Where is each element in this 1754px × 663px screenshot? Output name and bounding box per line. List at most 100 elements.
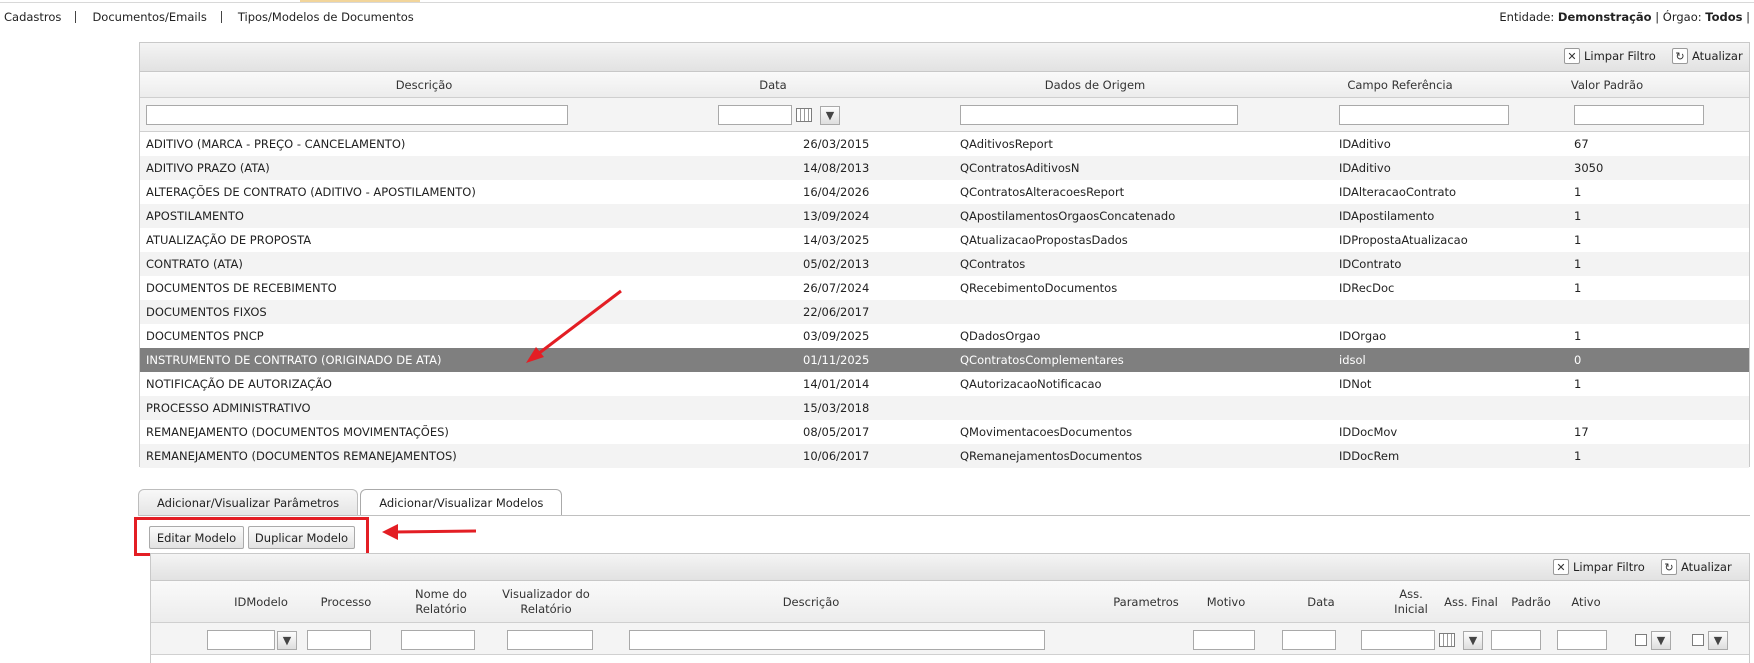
column-header-visualizador[interactable]: Visualizador do Relatório xyxy=(501,581,591,623)
refresh-icon: ↻ xyxy=(1661,559,1677,575)
table-row[interactable]: ADITIVO (MARCA - PREÇO - CANCELAMENTO) 26… xyxy=(140,132,1749,156)
filter-descricao-modelo-input[interactable] xyxy=(629,630,1045,650)
column-header-ativo[interactable]: Ativo xyxy=(1566,581,1606,623)
menu-item-documentos-emails[interactable]: Documentos/Emails xyxy=(88,10,220,24)
filter-data-modelo-input[interactable] xyxy=(1361,630,1435,650)
cell-valor-padrao: 1 xyxy=(1574,257,1582,271)
column-header-motivo[interactable]: Motivo xyxy=(1196,581,1256,623)
filter-icon[interactable]: ▼ xyxy=(820,106,840,125)
cell-data: 26/07/2024 xyxy=(803,281,870,295)
cell-valor-padrao: 17 xyxy=(1574,425,1589,439)
filter-icon[interactable]: ▼ xyxy=(1651,631,1671,650)
duplicate-model-button[interactable]: Duplicar Modelo xyxy=(248,526,355,549)
filter-valor-padrao-input[interactable] xyxy=(1574,105,1704,125)
filter-dados-origem-input[interactable] xyxy=(960,105,1238,125)
filter-ass-final-input[interactable] xyxy=(1557,630,1607,650)
filter-nome-relatorio-input[interactable] xyxy=(401,630,475,650)
filter-icon[interactable]: ▼ xyxy=(277,631,297,650)
column-header-data-modelo[interactable]: Data xyxy=(1266,581,1376,623)
filter-parametros-input[interactable] xyxy=(1193,630,1255,650)
column-header-campo-referencia[interactable]: Campo Referência xyxy=(1305,78,1495,92)
column-header-parametros[interactable]: Parametros xyxy=(1111,581,1181,623)
tab-modelos[interactable]: Adicionar/Visualizar Modelos xyxy=(360,489,563,516)
cell-campo-referencia: IDDocRem xyxy=(1339,449,1400,463)
calendar-icon[interactable] xyxy=(1439,633,1455,647)
filter-ass-inicial-input[interactable] xyxy=(1491,630,1541,650)
table-row[interactable]: DOCUMENTOS DE RECEBIMENTO 26/07/2024 QRece… xyxy=(140,276,1749,300)
cell-campo-referencia: IDPropostaAtualizacao xyxy=(1339,233,1468,247)
filter-idmodelo-input[interactable] xyxy=(207,630,275,650)
cell-campo-referencia: IDNot xyxy=(1339,377,1372,391)
menu-item-cadastros[interactable]: Cadastros xyxy=(0,10,75,24)
column-header-idmodelo[interactable]: IDModelo xyxy=(221,581,301,623)
cell-valor-padrao: 67 xyxy=(1574,137,1589,151)
filter-padrao-checkbox[interactable] xyxy=(1635,634,1647,646)
menu-item-tipos-modelos[interactable]: Tipos/Modelos de Documentos xyxy=(234,10,428,24)
cell-valor-padrao: 1 xyxy=(1574,449,1582,463)
table-row[interactable]: DOCUMENTOS PNCP 03/09/2025 QDadosOrgao IDOr… xyxy=(140,324,1749,348)
cell-valor-padrao: 1 xyxy=(1574,281,1582,295)
filter-icon[interactable]: ▼ xyxy=(1463,631,1483,650)
cell-data: 03/09/2025 xyxy=(803,329,870,343)
table-row[interactable]: NOTIFICAÇÃO DE AUTORIZAÇÃO 14/01/2014 QAut… xyxy=(140,372,1749,396)
edit-model-button[interactable]: Editar Modelo xyxy=(149,526,244,549)
table-row[interactable]: CONTRATO (ATA) 05/02/2013 QContratos IDCont… xyxy=(140,252,1749,276)
table-row[interactable]: ALTERAÇÕES DE CONTRATO (ADITIVO - APOSTI… xyxy=(140,180,1749,204)
cell-descricao: REMANEJAMENTO (DOCUMENTOS REMANEJAMENTOS… xyxy=(146,449,457,463)
table-row[interactable]: REMANEJAMENTO (DOCUMENTOS MOVIMENTAÇÕES)… xyxy=(140,420,1749,444)
orgao-label: | Órgao: xyxy=(1655,10,1702,24)
filter-descricao-input[interactable] xyxy=(146,105,568,125)
calendar-icon[interactable] xyxy=(796,108,812,122)
column-header-valor-padrao[interactable]: Valor Padrão xyxy=(1532,78,1682,92)
column-header-ass-inicial[interactable]: Ass. Inicial xyxy=(1391,581,1431,623)
cell-valor-padrao: 1 xyxy=(1574,209,1582,223)
grid-rows: ADITIVO (MARCA - PREÇO - CANCELAMENTO) 26… xyxy=(140,132,1749,468)
table-row[interactable]: ATUALIZAÇÃO DE PROPOSTA 14/03/2025 QAtuali… xyxy=(140,228,1749,252)
models-clear-filter-button[interactable]: ✕ Limpar Filtro xyxy=(1553,559,1645,575)
table-row[interactable]: APOSTILAMENTO 13/09/2024 QApostilamentosOr… xyxy=(140,204,1749,228)
tab-parametros[interactable]: Adicionar/Visualizar Parâmetros xyxy=(138,489,359,516)
grid-header: Descrição Data Dados de Origem Campo Ref… xyxy=(140,72,1749,98)
column-header-descricao-modelo[interactable]: Descrição xyxy=(611,581,1011,623)
table-row[interactable]: REMANEJAMENTO (DOCUMENTOS REMANEJAMENTOS… xyxy=(140,444,1749,468)
clear-filter-button[interactable]: ✕ Limpar Filtro xyxy=(1564,48,1656,64)
table-row[interactable]: PROCESSO ADMINISTRATIVO 15/03/2018 xyxy=(140,396,1749,420)
cell-descricao: APOSTILAMENTO xyxy=(146,209,244,223)
refresh-button[interactable]: ↻ Atualizar xyxy=(1672,48,1743,64)
column-header-nome-relatorio[interactable]: Nome do Relatório xyxy=(401,581,481,623)
cell-dados-origem: QAutorizacaoNotificacao xyxy=(960,377,1102,391)
filter-visualizador-input[interactable] xyxy=(507,630,593,650)
column-header-processo[interactable]: Processo xyxy=(311,581,381,623)
column-header-ass-final[interactable]: Ass. Final xyxy=(1441,581,1501,623)
cell-campo-referencia: IDDocMov xyxy=(1339,425,1398,439)
models-refresh-label: Atualizar xyxy=(1681,560,1732,574)
column-header-descricao[interactable]: Descrição xyxy=(140,78,708,92)
table-row[interactable]: DOCUMENTOS FIXOS 22/06/2017 xyxy=(140,300,1749,324)
models-filter-row: ▼ ▼ ▼ ▼ xyxy=(151,623,1749,655)
cell-data: 15/03/2018 xyxy=(803,401,870,415)
cell-dados-origem: QContratosComplementares xyxy=(960,353,1124,367)
filter-campo-referencia-input[interactable] xyxy=(1339,105,1509,125)
models-refresh-button[interactable]: ↻ Atualizar xyxy=(1661,559,1732,575)
cell-data: 08/05/2017 xyxy=(803,425,870,439)
column-header-data[interactable]: Data xyxy=(708,78,838,92)
filter-icon[interactable]: ▼ xyxy=(1708,631,1728,650)
cell-dados-origem: QRemanejamentosDocumentos xyxy=(960,449,1143,463)
filter-data-input[interactable] xyxy=(718,105,792,125)
column-header-dados-origem[interactable]: Dados de Origem xyxy=(940,78,1250,92)
table-row[interactable]: ADITIVO PRAZO (ATA) 14/08/2013 QContratosA… xyxy=(140,156,1749,180)
entity-info: Entidade: Demonstração | Órgao: Todos | xyxy=(1499,10,1750,24)
clear-filter-label: Limpar Filtro xyxy=(1584,49,1656,63)
cell-campo-referencia: IDAditivo xyxy=(1339,161,1391,175)
filter-ativo-checkbox[interactable] xyxy=(1692,634,1704,646)
cell-descricao: ADITIVO PRAZO (ATA) xyxy=(146,161,270,175)
filter-processo-input[interactable] xyxy=(307,630,371,650)
column-header-padrao[interactable]: Padrão xyxy=(1506,581,1556,623)
top-divider xyxy=(0,2,1754,3)
cell-data: 05/02/2013 xyxy=(803,257,870,271)
filter-motivo-input[interactable] xyxy=(1282,630,1336,650)
breadcrumb-menu: Cadastros Documentos/Emails Tipos/Modelo… xyxy=(0,10,428,24)
refresh-icon: ↻ xyxy=(1672,48,1688,64)
clear-filter-icon: ✕ xyxy=(1553,559,1569,575)
table-row-selected[interactable]: INSTRUMENTO DE CONTRATO (ORIGINADO DE AT… xyxy=(140,348,1749,372)
